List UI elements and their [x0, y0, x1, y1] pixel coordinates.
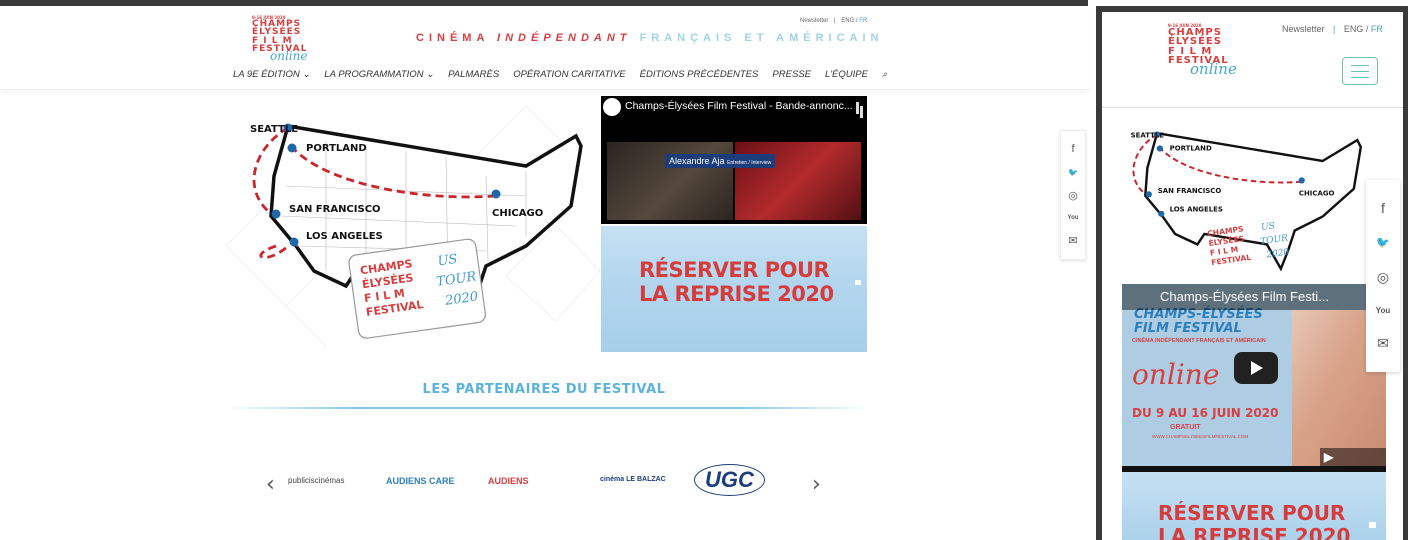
poster-subtitle: CINÉMA INDÉPENDANT FRANÇAIS ET AMÉRICAIN	[1132, 338, 1266, 344]
mobile-facebook-icon[interactable]: f	[1381, 200, 1385, 216]
reserve-banner-text: RÉSERVER POUR LA REPRISE 2020	[639, 258, 834, 306]
social-bar: f 🐦 ◎ You ✉	[1060, 130, 1086, 260]
mobile-reserve-banner[interactable]: RÉSERVER POUR LA REPRISE 2020	[1122, 472, 1386, 540]
badge-us: US	[437, 252, 459, 270]
poster-free: GRATUIT	[1170, 424, 1201, 431]
mobile-city-seattle: SEATTLE	[1131, 131, 1165, 139]
lang-fr-link[interactable]: FR	[859, 18, 867, 24]
mobile-instagram-icon[interactable]: ◎	[1377, 269, 1389, 286]
nav-operation-caritative[interactable]: OPÉRATION CARITATIVE	[513, 69, 625, 80]
partner-audiens[interactable]: AUDIENS	[488, 476, 529, 486]
poster-url: WWW.CHAMPSELYSEESFILMFESTIVAL.COM	[1152, 434, 1249, 439]
reserve-banner[interactable]: RÉSERVER POUR LA REPRISE 2020	[601, 226, 867, 352]
desktop-view: 9-16 JUIN 2020 CHAMPS ÉLYSÉES F I L M FE…	[0, 0, 1088, 540]
tagline-cinema: CINÉMA	[416, 32, 489, 44]
poster-title-line1: CHAMPS-ÉLYSÉES	[1134, 307, 1263, 322]
mobile-lang-en-link[interactable]: ENG /	[1344, 24, 1369, 34]
nav-palmares[interactable]: PALMARÈS	[448, 69, 499, 80]
mobile-social-bar: f 🐦 ◎ You ✉	[1366, 180, 1400, 372]
mobile-reserve-text: RÉSERVER POUR LA REPRISE 2020	[1158, 502, 1350, 540]
separator: |	[834, 18, 836, 24]
video-lower-third: Alexandre Aja Entretien / Interview	[665, 154, 776, 168]
nav-presse[interactable]: PRESSE	[772, 69, 811, 80]
mobile-us-outline	[1144, 131, 1363, 272]
screenshot-stage: 9-16 JUIN 2020 CHAMPS ÉLYSÉES F I L M FE…	[0, 0, 1408, 540]
poster-dates: DU 9 AU 16 JUIN 2020	[1132, 406, 1279, 420]
channel-avatar[interactable]	[603, 98, 621, 116]
lower-third-name: Alexandre Aja	[669, 156, 725, 166]
mobile-banner-corner-icon	[1369, 522, 1376, 528]
poster-online: online	[1132, 358, 1220, 391]
city-chicago: CHICAGO	[492, 208, 543, 219]
mobile-festival-logo[interactable]: 9-16 JUIN 2020 CHAMPS ÉLYSÉES F I L M FE…	[1168, 24, 1237, 78]
search-icon[interactable]: ⌕	[882, 69, 887, 80]
carousel-prev-button[interactable]: ‹	[266, 472, 275, 497]
partner-publicis[interactable]: publiciscinémas	[288, 476, 344, 485]
mobile-header: 9-16 JUIN 2020 CHAMPS ÉLYSÉES F I L M FE…	[1102, 12, 1403, 108]
hamburger-menu-button[interactable]	[1342, 57, 1378, 85]
more-options-icon[interactable]	[856, 102, 859, 114]
festival-logo[interactable]: 9-16 JUIN 2020 CHAMPS ÉLYSÉES F I L M FE…	[252, 16, 308, 63]
poster-title: CHAMPS-ÉLYSÉES FILM FESTIVAL	[1134, 307, 1263, 337]
reserve-line1: RÉSERVER POUR	[639, 258, 830, 282]
mobile-lang-fr-link[interactable]: FR	[1371, 24, 1383, 34]
partner-audiens-care[interactable]: AUDIENS CARE	[386, 476, 455, 486]
site-header: 9-16 JUIN 2020 CHAMPS ÉLYSÉES F I L M FE…	[0, 6, 1088, 90]
site-tagline: CINÉMA INDÉPENDANT FRANÇAIS ET AMÉRICAIN	[416, 32, 884, 44]
nav-9e-edition[interactable]: LA 9E ÉDITION ⌄	[233, 69, 310, 80]
mobile-us-tour-map[interactable]: SEATTLE PORTLAND SAN FRANCISCO LOS ANGEL…	[1114, 112, 1374, 292]
mobile-city-chicago: CHICAGO	[1299, 190, 1335, 198]
mobile-reserve-line1: RÉSERVER POUR	[1158, 501, 1346, 525]
mobile-city-san-francisco: SAN FRANCISCO	[1158, 187, 1222, 195]
banner-corner-icon	[855, 280, 861, 285]
us-tour-map[interactable]: SEATTLE PORTLAND SAN FRANCISCO LOS ANGEL…	[226, 96, 600, 354]
mobile-trailer-video[interactable]: CHAMPS-ÉLYSÉES FILM FESTIVAL CINÉMA INDÉ…	[1122, 284, 1386, 470]
mobile-twitter-icon[interactable]: 🐦	[1376, 236, 1390, 249]
mobile-city-los-angeles: LOS ANGELES	[1170, 206, 1223, 214]
email-icon[interactable]: ✉	[1068, 234, 1077, 247]
twitter-icon[interactable]: 🐦	[1068, 168, 1078, 177]
city-los-angeles: LOS ANGELES	[306, 231, 383, 242]
newsletter-link[interactable]: Newsletter	[800, 18, 828, 24]
mobile-separator: |	[1333, 24, 1336, 34]
play-button-icon[interactable]	[1234, 352, 1278, 384]
partner-le-balzac[interactable]: cinéma LE BALZAC	[600, 476, 666, 483]
mobile-email-icon[interactable]: ✉	[1377, 335, 1389, 352]
facebook-icon[interactable]: f	[1071, 143, 1074, 155]
main-nav: LA 9E ÉDITION ⌄ LA PROGRAMMATION ⌄ PALMA…	[233, 69, 887, 80]
instagram-icon[interactable]: ◎	[1068, 189, 1078, 202]
nav-editions-precedentes[interactable]: ÉDITIONS PRÉCÉDENTES	[640, 69, 759, 80]
lang-en-link[interactable]: ENG /	[841, 18, 857, 24]
tagline-independant: INDÉPENDANT	[497, 32, 632, 44]
partner-ugc[interactable]: UGC	[694, 464, 765, 496]
mobile-logo-online: online	[1190, 59, 1237, 78]
youtube-icon[interactable]: You	[1068, 215, 1079, 221]
mobile-youtube-icon[interactable]: You	[1376, 306, 1391, 315]
lower-third-tag: Entretien / Interview	[727, 160, 772, 166]
partners-divider	[226, 407, 870, 409]
city-seattle: SEATTLE	[250, 124, 298, 135]
utility-links: Newsletter | ENG / FR	[800, 18, 867, 24]
logo-online: online	[270, 48, 308, 63]
partners-carousel: ‹ publiciscinémas AUDIENS CARE AUDIENS c…	[266, 462, 836, 506]
nav-programmation[interactable]: LA PROGRAMMATION ⌄	[324, 69, 434, 80]
reserve-line2: LA REPRISE 2020	[639, 282, 834, 307]
mobile-newsletter-link[interactable]: Newsletter	[1282, 24, 1325, 34]
mobile-reserve-line2: LA REPRISE 2020	[1158, 524, 1351, 540]
partners-title: LES PARTENAIRES DU FESTIVAL	[422, 382, 666, 397]
nav-equipe[interactable]: L'ÉQUIPE	[825, 69, 868, 80]
video-title[interactable]: Champs-Élysées Film Festival - Bande-ann…	[625, 100, 853, 112]
city-san-francisco: SAN FRANCISCO	[289, 204, 381, 215]
mobile-badge-us: US	[1261, 221, 1276, 233]
mobile-video-title[interactable]: Champs-Élysées Film Festi...	[1160, 289, 1329, 304]
mobile-utility-links: Newsletter | ENG / FR	[1282, 24, 1383, 34]
city-portland: PORTLAND	[306, 143, 367, 154]
tagline-francais-americain: FRANÇAIS ET AMÉRICAIN	[639, 32, 884, 44]
us-tour-badge: CHAMPS ÉLYSÉES F I L M FESTIVAL US TOUR …	[348, 238, 487, 339]
poster-title-line2: FILM FESTIVAL	[1134, 321, 1242, 337]
mobile-city-portland: PORTLAND	[1170, 145, 1212, 153]
carousel-next-button[interactable]: ›	[812, 472, 821, 497]
trailer-video-player[interactable]: Champs-Élysées Film Festival - Bande-ann…	[601, 96, 867, 224]
mobile-view: 9-16 JUIN 2020 CHAMPS ÉLYSÉES F I L M FE…	[1096, 6, 1408, 540]
